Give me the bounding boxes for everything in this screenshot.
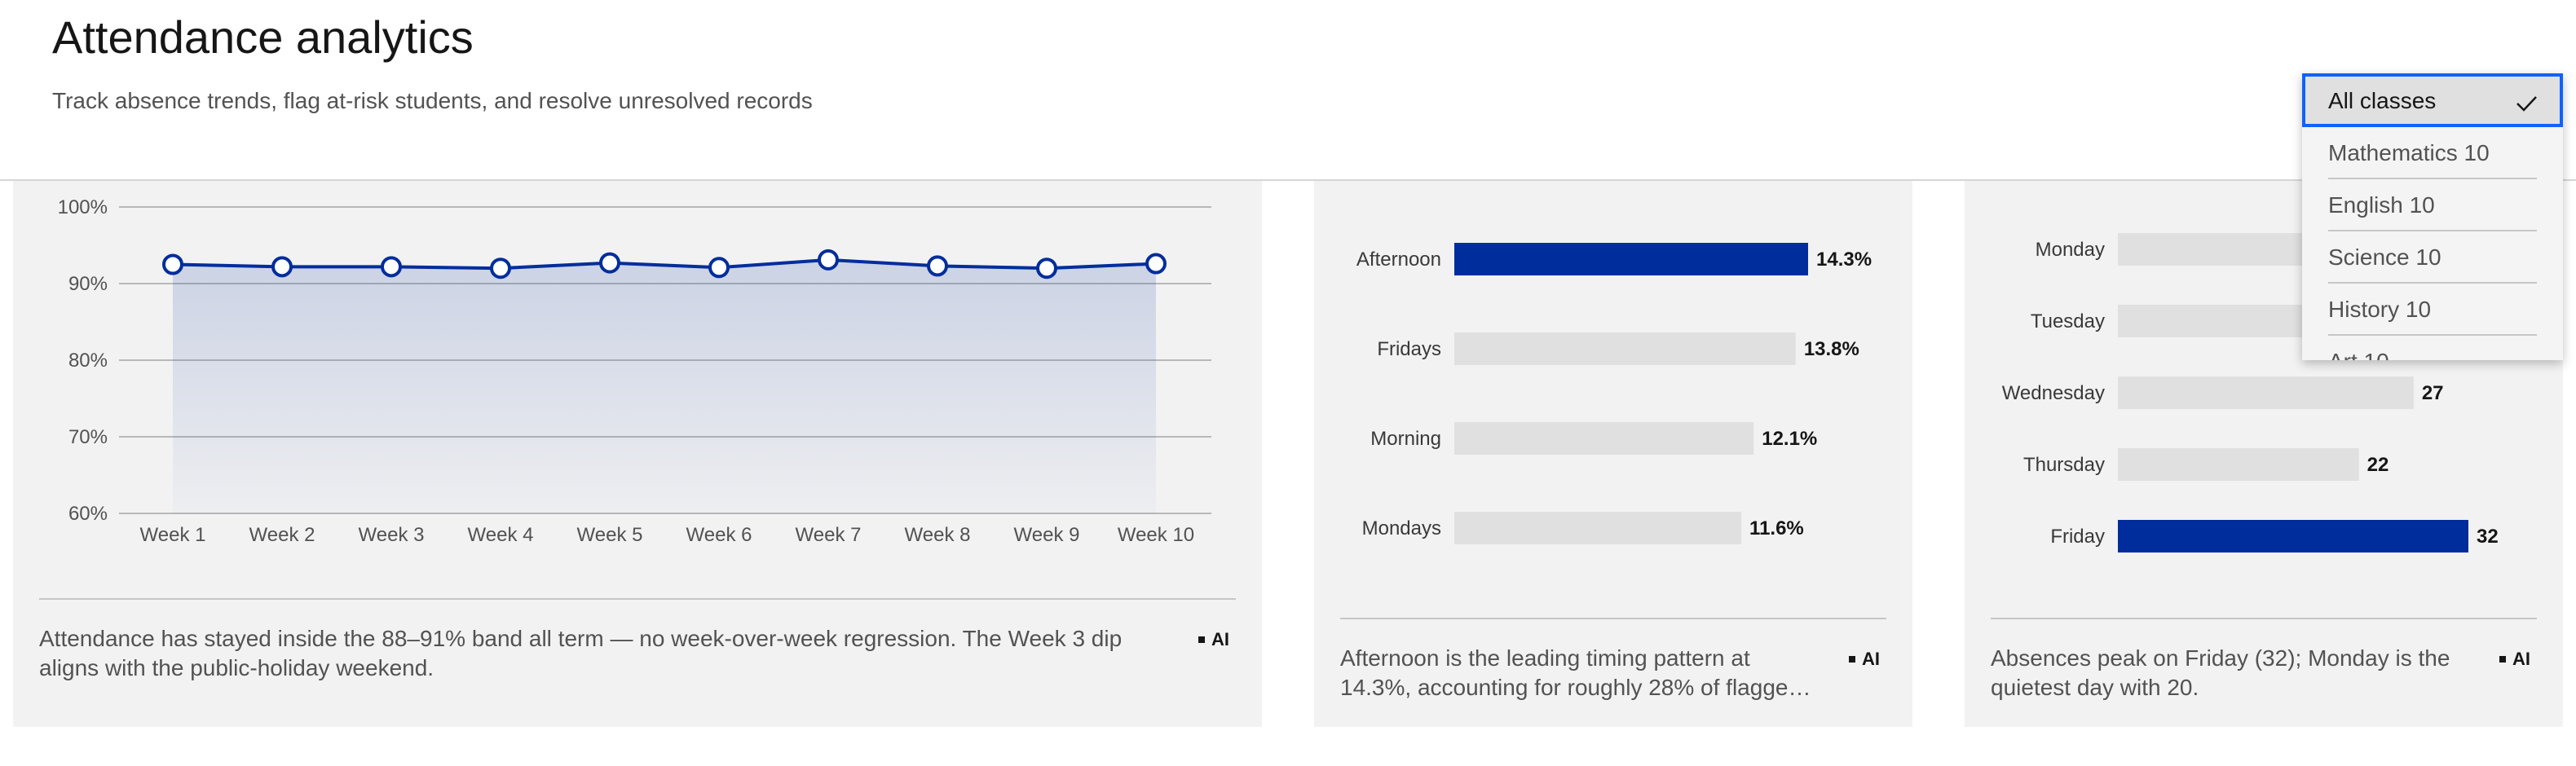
value-label: 32	[2477, 526, 2499, 548]
x-tick-label: Week 6	[686, 524, 752, 546]
option-label: Science 10	[2328, 244, 2441, 270]
ai-dot-icon	[2499, 656, 2506, 663]
x-tick-label: Week 10	[1118, 524, 1194, 546]
class-option-mathematics-10[interactable]: Mathematics 10	[2302, 127, 2563, 179]
bar	[1454, 422, 1754, 455]
bar	[1454, 243, 1808, 275]
x-tick-label: Week 1	[140, 524, 206, 546]
value-label: 27	[2422, 382, 2444, 404]
bar	[1454, 332, 1796, 365]
category-label: Mondays	[1362, 517, 1441, 539]
ai-badge-label: AI	[1862, 649, 1880, 669]
category-label: Tuesday	[2031, 310, 2105, 332]
value-label: 11.6%	[1749, 517, 1804, 539]
insight-text: Afternoon is the leading timing pattern …	[1340, 645, 1802, 700]
page-header: Attendance analytics Track absence trend…	[0, 0, 2576, 181]
value-label: 13.8%	[1804, 338, 1859, 360]
data-point	[162, 253, 183, 275]
category-label: Wednesday	[2002, 382, 2105, 404]
category-label: Afternoon	[1356, 249, 1441, 271]
class-option-art-10[interactable]: Art 10	[2302, 336, 2563, 360]
value-label: 22	[2367, 454, 2389, 476]
data-point	[381, 256, 402, 278]
data-point	[599, 252, 620, 274]
weekly-attendance-card: 100% 90% 80% 70% 60% Week 1 Week 2 Week 3 Week 4…	[13, 181, 1262, 727]
class-filter-dropdown[interactable]: All classes Mathematics 10 English 10 Sc…	[2302, 73, 2563, 360]
option-label: Art 10	[2328, 347, 2389, 360]
card-divider	[1340, 618, 1886, 619]
x-tick-label: Week 8	[905, 524, 971, 546]
category-label: Friday	[2050, 526, 2105, 548]
data-point	[490, 258, 511, 280]
bar	[2118, 520, 2468, 552]
category-label: Fridays	[1377, 338, 1441, 360]
value-label: 12.1%	[1762, 428, 1817, 450]
ai-badge: AI	[1198, 629, 1229, 650]
insight-text: Absences peak on Friday (32); Monday is …	[1991, 645, 2450, 700]
data-point	[271, 256, 293, 278]
bar	[2118, 376, 2414, 409]
ai-badge: AI	[1849, 649, 1880, 670]
class-filter-selected-option[interactable]: All classes	[2302, 73, 2563, 127]
category-label: Thursday	[2023, 454, 2105, 476]
checkmark-icon	[2516, 96, 2537, 112]
weekly-attendance-chart: 100% 90% 80% 70% 60% Week 1 Week 2 Week 3 Week 4…	[58, 196, 1211, 546]
page-subtitle: Track absence trends, flag at-risk stude…	[52, 88, 813, 113]
value-label: 14.3%	[1816, 249, 1872, 271]
insight-text: Attendance has stayed inside the 88–91% …	[39, 626, 1123, 680]
option-label: History 10	[2328, 297, 2432, 322]
x-tick-label: Week 2	[249, 524, 315, 546]
selected-option-label: All classes	[2328, 88, 2437, 113]
ai-dot-icon	[1849, 656, 1855, 663]
category-label: Morning	[1370, 428, 1441, 450]
data-point	[708, 257, 730, 279]
y-tick-label: 80%	[68, 350, 108, 372]
bar	[1454, 512, 1742, 544]
bar	[2118, 448, 2359, 481]
class-option-science-10[interactable]: Science 10	[2302, 231, 2563, 284]
x-tick-label: Week 9	[1014, 524, 1080, 546]
x-tick-label: Week 4	[468, 524, 534, 546]
class-option-english-10[interactable]: English 10	[2302, 179, 2563, 231]
y-tick-label: 60%	[68, 503, 108, 525]
category-label: Monday	[2036, 239, 2105, 261]
data-point	[1036, 258, 1057, 280]
card-divider	[1991, 618, 2537, 619]
timing-patterns-card: Afternoon 14.3% Fridays 13.8% Morning 12.1% Mo…	[1314, 181, 1912, 727]
ai-badge-label: AI	[1211, 629, 1229, 649]
class-option-history-10[interactable]: History 10	[2302, 284, 2563, 336]
page-title: Attendance analytics	[52, 11, 474, 63]
y-tick-label: 100%	[58, 196, 108, 218]
y-tick-label: 90%	[68, 273, 108, 295]
data-point	[1145, 253, 1167, 275]
option-label: Mathematics 10	[2328, 140, 2490, 165]
ai-badge-label: AI	[2512, 649, 2530, 669]
card-divider	[39, 598, 1236, 600]
data-point	[818, 249, 839, 271]
ai-dot-icon	[1198, 636, 1205, 643]
x-tick-label: Week 3	[359, 524, 425, 546]
option-label: English 10	[2328, 192, 2435, 218]
x-tick-label: Week 5	[577, 524, 643, 546]
data-point	[927, 255, 948, 277]
ai-badge: AI	[2499, 649, 2530, 670]
y-tick-label: 70%	[68, 426, 108, 448]
timing-patterns-chart: Afternoon 14.3% Fridays 13.8% Morning 12.1% Mo…	[1356, 243, 1872, 544]
series-area	[173, 259, 1156, 513]
x-tick-label: Week 7	[796, 524, 862, 546]
